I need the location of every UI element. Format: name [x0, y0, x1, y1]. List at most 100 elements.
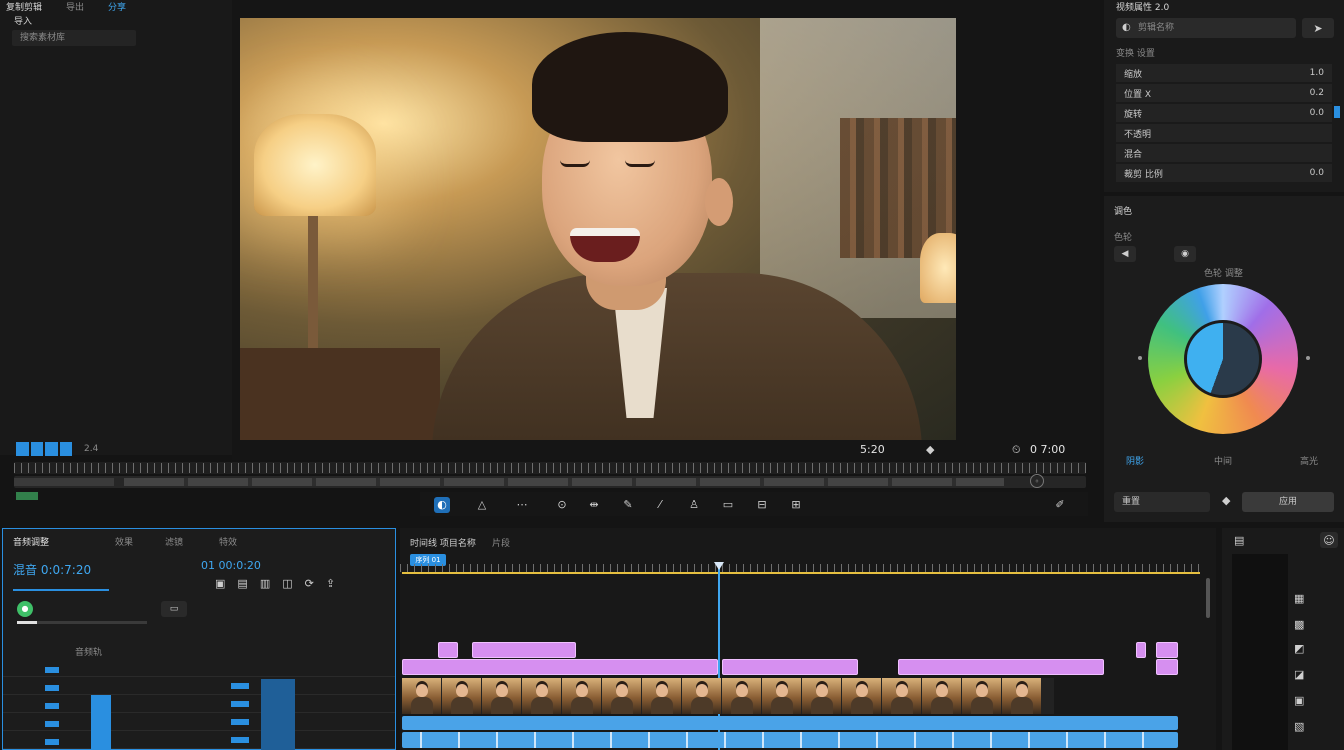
link-icon[interactable]: ◆	[1222, 494, 1230, 507]
export-tool-icon[interactable]: ⊞	[788, 497, 804, 513]
snap-tool-icon[interactable]: ⇹	[586, 497, 602, 513]
trim-tool-icon[interactable]: △	[474, 497, 490, 513]
prop-row-0[interactable]: 缩放 1.0	[1116, 64, 1332, 82]
clock-icon: ⏲	[1012, 443, 1021, 456]
fader-left[interactable]	[91, 695, 111, 750]
title-clip[interactable]	[438, 642, 458, 658]
apply-button[interactable]: 应用	[1242, 492, 1334, 512]
marker-icon[interactable]: ◆	[926, 443, 934, 456]
video-thumbnail	[722, 678, 762, 714]
side-tool-panel: ▤ ☺ ▦ ▩ ◩ ◪ ▣ ▧	[1222, 528, 1344, 750]
video-thumbnail	[642, 678, 682, 714]
blade-tool-icon[interactable]: ⊙	[554, 497, 570, 513]
text-tool-icon[interactable]: ♙	[686, 497, 702, 513]
import-label[interactable]: 导入	[14, 14, 32, 27]
audio-tab-1[interactable]: 滤镜	[165, 535, 183, 548]
crop-tool-icon[interactable]: ▭	[720, 497, 736, 513]
side-icon-6[interactable]: ▧	[1294, 720, 1304, 733]
audio-tab-0[interactable]: 效果	[115, 535, 133, 548]
record-icon[interactable]: ▣	[215, 577, 225, 590]
speed-readout: 2.4	[84, 444, 99, 454]
mixer-grid	[3, 659, 395, 750]
side-icon-2[interactable]: ▩	[1294, 618, 1304, 631]
color-wheel[interactable]	[1148, 284, 1298, 434]
side-doc-icon[interactable]: ▤	[1234, 534, 1244, 547]
reset-button[interactable]: 重置	[1114, 492, 1210, 512]
meter-col-1	[45, 667, 59, 749]
share-icon[interactable]: ⇪	[326, 577, 335, 590]
video-thumbnail	[602, 678, 642, 714]
level-meter	[16, 442, 29, 456]
select-tool-icon[interactable]: ◐	[434, 497, 450, 513]
wheel-label-high[interactable]: 高光	[1300, 454, 1318, 467]
apply-label: 应用	[1278, 497, 1297, 507]
keyframe-icon[interactable]: ◫	[282, 577, 292, 590]
video-track[interactable]	[402, 678, 1054, 714]
side-icon-1[interactable]: ▦	[1294, 592, 1304, 605]
side-icon-5[interactable]: ▣	[1294, 694, 1304, 707]
effect-clip[interactable]	[1156, 659, 1178, 675]
effect-clip[interactable]	[402, 659, 718, 675]
pen-tool-icon[interactable]: ✐	[1052, 497, 1068, 513]
prop-row-4[interactable]: 混合	[1116, 144, 1332, 162]
clip-name-field[interactable]: ◐ 剪辑名称	[1116, 18, 1296, 38]
reset-label: 重置	[1122, 497, 1141, 507]
menu-item-0[interactable]: 复制剪辑	[6, 0, 42, 13]
audio-menu-button[interactable]: ▭	[161, 601, 187, 617]
loop-button[interactable]: ◦	[1030, 474, 1044, 488]
range-tool-icon[interactable]: ⋯	[514, 497, 530, 513]
timeline-tab-0[interactable]: 时间线 项目名称	[410, 536, 476, 549]
prop-scroll-indicator[interactable]	[1334, 106, 1340, 118]
color-sub: 色轮	[1114, 233, 1133, 243]
timeline-ruler[interactable]	[400, 564, 1200, 576]
media-panel: 复制剪辑 导出 分享 导入 搜索素材库	[0, 0, 232, 455]
person-ear	[705, 178, 733, 226]
wave-icon[interactable]: ▥	[260, 577, 270, 590]
title-clip[interactable]	[1156, 642, 1178, 658]
video-thumbnail	[962, 678, 1002, 714]
refresh-icon[interactable]: ⟳	[305, 577, 314, 590]
video-thumbnail	[882, 678, 922, 714]
lamp-right	[920, 233, 956, 303]
effect-clip[interactable]	[722, 659, 858, 675]
audio-clip[interactable]	[402, 716, 1178, 730]
link-tool-icon[interactable]: ⊟	[754, 497, 770, 513]
fader-right[interactable]	[261, 679, 295, 750]
audio-clip[interactable]	[402, 732, 1178, 748]
audio-timecode: 混音 0:0:7:20	[13, 563, 92, 577]
green-toggle[interactable]: ●	[17, 601, 33, 617]
title-clip[interactable]	[1136, 642, 1146, 658]
wheel-mode-button[interactable]: ◀	[1114, 246, 1136, 262]
person-eye-left	[560, 160, 590, 167]
scrub-bar[interactable]	[14, 462, 1086, 474]
timeline-tab-1[interactable]: 片段	[492, 536, 510, 549]
search-input[interactable]: 搜索素材库	[12, 30, 136, 46]
audio-slider[interactable]	[17, 621, 147, 624]
timeline-scrollbar[interactable]	[1206, 578, 1210, 618]
title-clip[interactable]	[472, 642, 576, 658]
prop-row-3[interactable]: 不透明	[1116, 124, 1332, 142]
mic-icon[interactable]: ▤	[237, 577, 247, 590]
transform-section: 变换 设置	[1116, 49, 1155, 59]
video-thumbnail	[1002, 678, 1042, 714]
wheel-label-shadow[interactable]: 阴影	[1126, 454, 1144, 467]
video-preview[interactable]	[240, 18, 956, 440]
prop-row-5[interactable]: 裁剪 比例 0.0	[1116, 164, 1332, 182]
prop-row-1[interactable]: 位置 X 0.2	[1116, 84, 1332, 102]
effect-clip[interactable]	[898, 659, 1104, 675]
prop-row-2[interactable]: 旋转 0.0	[1116, 104, 1332, 122]
zoom-tool-icon[interactable]: ⁄	[652, 497, 668, 513]
side-icon-4[interactable]: ◪	[1294, 668, 1304, 681]
color-section: 调色	[1114, 207, 1133, 217]
mini-track[interactable]	[14, 476, 1086, 488]
side-user-button[interactable]: ☺	[1320, 532, 1338, 548]
color-wheel-center[interactable]	[1184, 320, 1262, 398]
menu-item-2[interactable]: 分享	[108, 0, 126, 13]
wheel-label-mid[interactable]: 中间	[1214, 454, 1232, 467]
audio-tab-2[interactable]: 特效	[219, 535, 237, 548]
hand-tool-icon[interactable]: ✎	[620, 497, 636, 513]
wheel-preset-button[interactable]: ◉	[1174, 246, 1196, 262]
menu-item-1[interactable]: 导出	[66, 0, 84, 13]
send-button[interactable]: ➤	[1302, 18, 1334, 38]
side-icon-3[interactable]: ◩	[1294, 642, 1304, 655]
